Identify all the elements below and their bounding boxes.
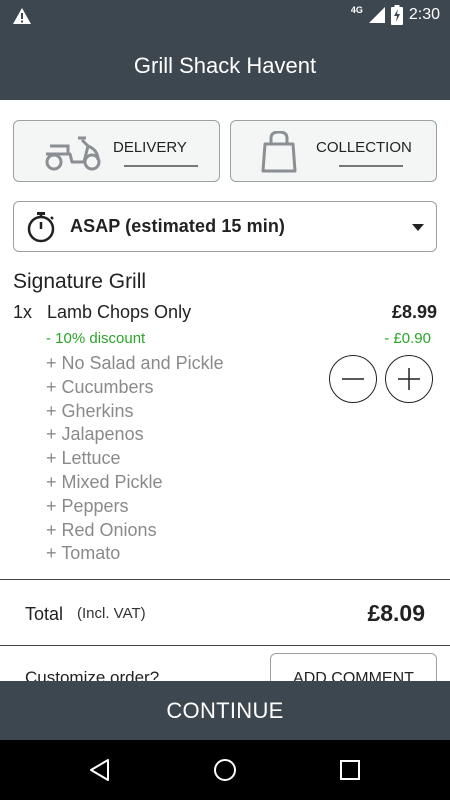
section-title: Signature Grill bbox=[13, 270, 147, 293]
page-title: Grill Shack Havent bbox=[133, 53, 317, 78]
warning-icon bbox=[13, 8, 31, 24]
order-mode-selector: DELIVERY COLLECTION bbox=[13, 120, 437, 182]
chevron-down-icon bbox=[412, 224, 424, 231]
collection-button[interactable]: COLLECTION bbox=[230, 120, 437, 182]
total-value: £8.09 bbox=[367, 600, 425, 626]
item-quantity: 1x bbox=[13, 302, 33, 322]
battery-charging-icon bbox=[390, 5, 403, 25]
delivery-underline bbox=[124, 165, 198, 167]
scooter-icon bbox=[45, 136, 101, 171]
divider bbox=[0, 645, 450, 646]
modifier-list: + No Salad and Pickle + Cucumbers + Gher… bbox=[46, 352, 224, 566]
increase-quantity-button[interactable] bbox=[385, 355, 433, 403]
list-item: + Tomato bbox=[46, 543, 121, 564]
continue-button[interactable]: CONTINUE bbox=[0, 681, 450, 740]
order-total: Total (Incl. VAT) £8.09 bbox=[25, 600, 425, 628]
back-icon[interactable] bbox=[88, 758, 112, 782]
vat-note: (Incl. VAT) bbox=[77, 605, 146, 622]
plus-icon bbox=[398, 368, 420, 390]
app-bar: Grill Shack Havent bbox=[0, 32, 450, 100]
discount-line: - 10% discount - £0.90 bbox=[46, 330, 431, 347]
item-name: Lamb Chops Only bbox=[47, 302, 192, 322]
delivery-label: DELIVERY bbox=[113, 139, 187, 156]
recents-icon[interactable] bbox=[338, 758, 362, 782]
status-icons: 4G 2:30 bbox=[351, 5, 440, 25]
status-bar: 4G 2:30 bbox=[0, 0, 450, 32]
list-item: + Lettuce bbox=[46, 448, 121, 469]
list-item: + Peppers bbox=[46, 495, 129, 516]
list-item: + Cucumbers bbox=[46, 376, 154, 397]
list-item: + Gherkins bbox=[46, 400, 134, 421]
continue-label: CONTINUE bbox=[166, 697, 284, 723]
delivery-button[interactable]: DELIVERY bbox=[13, 120, 220, 182]
clock: 2:30 bbox=[408, 6, 440, 23]
item-price: £8.99 bbox=[391, 302, 437, 322]
total-label: Total bbox=[25, 604, 64, 624]
network-type: 4G bbox=[350, 5, 363, 15]
collection-underline bbox=[339, 165, 403, 167]
divider bbox=[0, 579, 450, 580]
list-item: + Mixed Pickle bbox=[46, 471, 163, 492]
collection-label: COLLECTION bbox=[316, 139, 412, 156]
minus-icon bbox=[342, 378, 364, 380]
delivery-time-value: ASAP (estimated 15 min) bbox=[70, 216, 286, 236]
home-icon[interactable] bbox=[213, 758, 237, 782]
shopping-bag-icon bbox=[261, 131, 297, 173]
stopwatch-icon bbox=[27, 211, 55, 242]
system-nav-bar bbox=[0, 740, 450, 800]
discount-label: - 10% discount bbox=[46, 330, 146, 347]
list-item: + Red Onions bbox=[46, 519, 157, 540]
list-item: + Jalapenos bbox=[46, 424, 144, 445]
decrease-quantity-button[interactable] bbox=[329, 355, 377, 403]
signal-icon bbox=[368, 7, 385, 23]
list-item: + No Salad and Pickle bbox=[46, 353, 224, 373]
delivery-time-select[interactable]: ASAP (estimated 15 min) bbox=[13, 201, 437, 252]
discount-amount: - £0.90 bbox=[384, 330, 431, 347]
